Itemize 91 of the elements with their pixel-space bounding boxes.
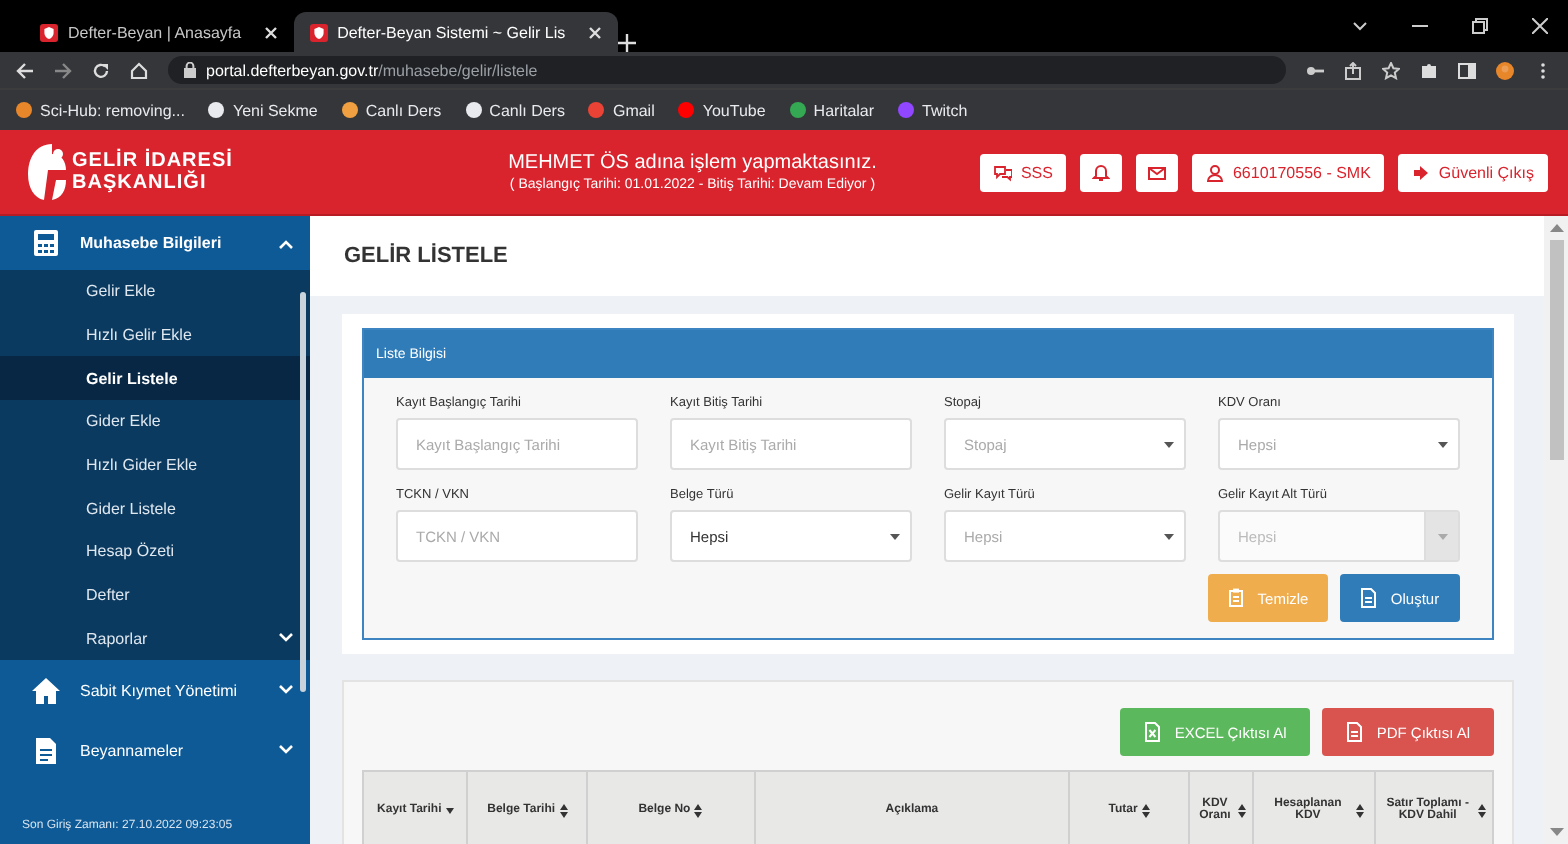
bookmark-favicon-icon [208, 102, 225, 118]
sidebar-item[interactable]: Gelir Listele [0, 356, 310, 401]
caret-down-icon [1163, 441, 1173, 447]
sort-icon [694, 803, 703, 817]
page-title: GELİR LİSTELE [310, 216, 1544, 296]
sidebar-item[interactable]: Gelir Ekle [0, 270, 310, 314]
user-icon [1206, 163, 1225, 181]
bookmark-favicon-icon [789, 102, 806, 118]
document-icon [32, 737, 60, 764]
sidebar-item[interactable]: Hesap Özeti [0, 530, 310, 574]
logo-text: GELİR İDARESİ [72, 150, 233, 172]
bookmark[interactable]: Haritalar [789, 101, 875, 119]
bookmark-favicon-icon [898, 102, 915, 118]
bookmark-favicon-icon [16, 102, 32, 118]
chat-bubbles-icon [994, 163, 1013, 181]
exit-arrow-icon [1412, 163, 1431, 181]
lock-icon [184, 62, 196, 78]
sidebar-section[interactable]: Muhasebe Bilgileri [0, 216, 310, 270]
chevron-down-icon [278, 744, 294, 757]
bookmark[interactable]: Sci-Hub: removing... [16, 101, 185, 119]
side-panel-icon[interactable] [1458, 61, 1476, 79]
shield-favicon-icon [40, 23, 58, 41]
chevron-down-icon[interactable] [1352, 18, 1368, 34]
bookmark-favicon-icon [588, 102, 605, 118]
bell-icon [1092, 163, 1111, 181]
sort-icon [1238, 803, 1247, 817]
document-icon [1360, 588, 1379, 608]
shield-favicon-icon [309, 23, 328, 41]
chevron-down-icon [278, 684, 294, 697]
bookmark[interactable]: Twitch [898, 101, 968, 119]
notifications-button[interactable] [1080, 153, 1123, 191]
bookmark-favicon-icon [341, 102, 358, 118]
forward-arrow-icon[interactable] [54, 61, 72, 79]
sort-icon [1478, 803, 1486, 817]
envelope-icon [1148, 163, 1167, 181]
bookmark[interactable]: Canlı Ders [465, 101, 565, 119]
user-message: MEHMET ÖS adına işlem yapmaktasınız. [508, 152, 877, 174]
bookmark-favicon-icon [465, 102, 482, 118]
messages-button[interactable] [1136, 153, 1179, 191]
sort-desc-icon [445, 807, 454, 813]
bookmark[interactable]: Gmail [588, 101, 655, 119]
bookmark[interactable]: Canlı Ders [341, 101, 442, 119]
gib-logo-icon [24, 142, 68, 202]
sidebar-item[interactable]: Hızlı Gelir Ekle [0, 313, 310, 357]
scrollbar-thumb[interactable] [300, 292, 306, 692]
close-icon[interactable] [263, 25, 278, 39]
close-icon[interactable] [1532, 18, 1548, 34]
sidebar-item[interactable]: Raporlar [0, 617, 310, 661]
sidebar-section[interactable]: Beyannameler [0, 720, 310, 781]
spreadsheet-icon [1144, 722, 1163, 742]
reload-icon[interactable] [92, 61, 110, 79]
document-icon [1346, 722, 1365, 742]
key-icon[interactable] [1306, 61, 1324, 79]
sidebar-item[interactable]: Defter [0, 573, 310, 617]
plus-icon[interactable] [617, 34, 636, 52]
sidebar-item[interactable]: Gider Listele [0, 486, 310, 531]
bookmark[interactable]: YouTube [678, 101, 766, 119]
sidebar-item[interactable]: Gider Ekle [0, 400, 310, 444]
sort-icon [1141, 803, 1150, 817]
caret-down-icon [1437, 441, 1447, 447]
caret-down-icon [889, 533, 899, 539]
faq-button[interactable]: SSS [980, 153, 1067, 191]
calculator-icon [32, 230, 60, 256]
address-bar[interactable]: portal.defterbeyan.gov.tr/muhasebe/gelir/listele [168, 56, 1286, 84]
chevron-up-icon [278, 237, 294, 249]
house-icon [32, 677, 60, 704]
caret-down-icon [1163, 533, 1173, 539]
bookmark[interactable]: Yeni Sekme [208, 101, 318, 119]
close-icon[interactable] [587, 25, 602, 39]
logout-button[interactable]: Güvenli Çıkış [1398, 153, 1548, 191]
logo-text: BAŞKANLIĞI [72, 172, 209, 194]
caret-down-icon [1437, 533, 1447, 539]
clipboard-icon [1227, 588, 1246, 608]
restore-icon[interactable] [1472, 18, 1488, 34]
back-arrow-icon[interactable] [16, 61, 34, 79]
star-icon[interactable] [1382, 61, 1400, 79]
sidebar-item[interactable]: Hızlı Gider Ekle [0, 443, 310, 487]
scroll-down-icon[interactable] [1549, 828, 1563, 838]
bookmark-favicon-icon [678, 102, 695, 118]
scrollbar-thumb[interactable] [1549, 240, 1563, 460]
sort-icon [559, 803, 568, 817]
home-icon[interactable] [130, 61, 148, 79]
scroll-up-icon[interactable] [1549, 222, 1563, 232]
user-account-button[interactable]: 6610170556 - SMK [1192, 153, 1385, 191]
browser-tab[interactable]: Defter-Beyan | Anasayfa [24, 12, 294, 52]
browser-tab[interactable]: Defter-Beyan Sistemi ~ Gelir Lis [293, 12, 618, 52]
profile-avatar-icon[interactable] [1496, 61, 1514, 79]
share-icon[interactable] [1344, 61, 1362, 79]
sort-icon [1355, 803, 1364, 817]
sidebar-section[interactable]: Sabit Kıymet Yönetimi [0, 660, 310, 721]
chevron-down-icon [278, 632, 294, 645]
